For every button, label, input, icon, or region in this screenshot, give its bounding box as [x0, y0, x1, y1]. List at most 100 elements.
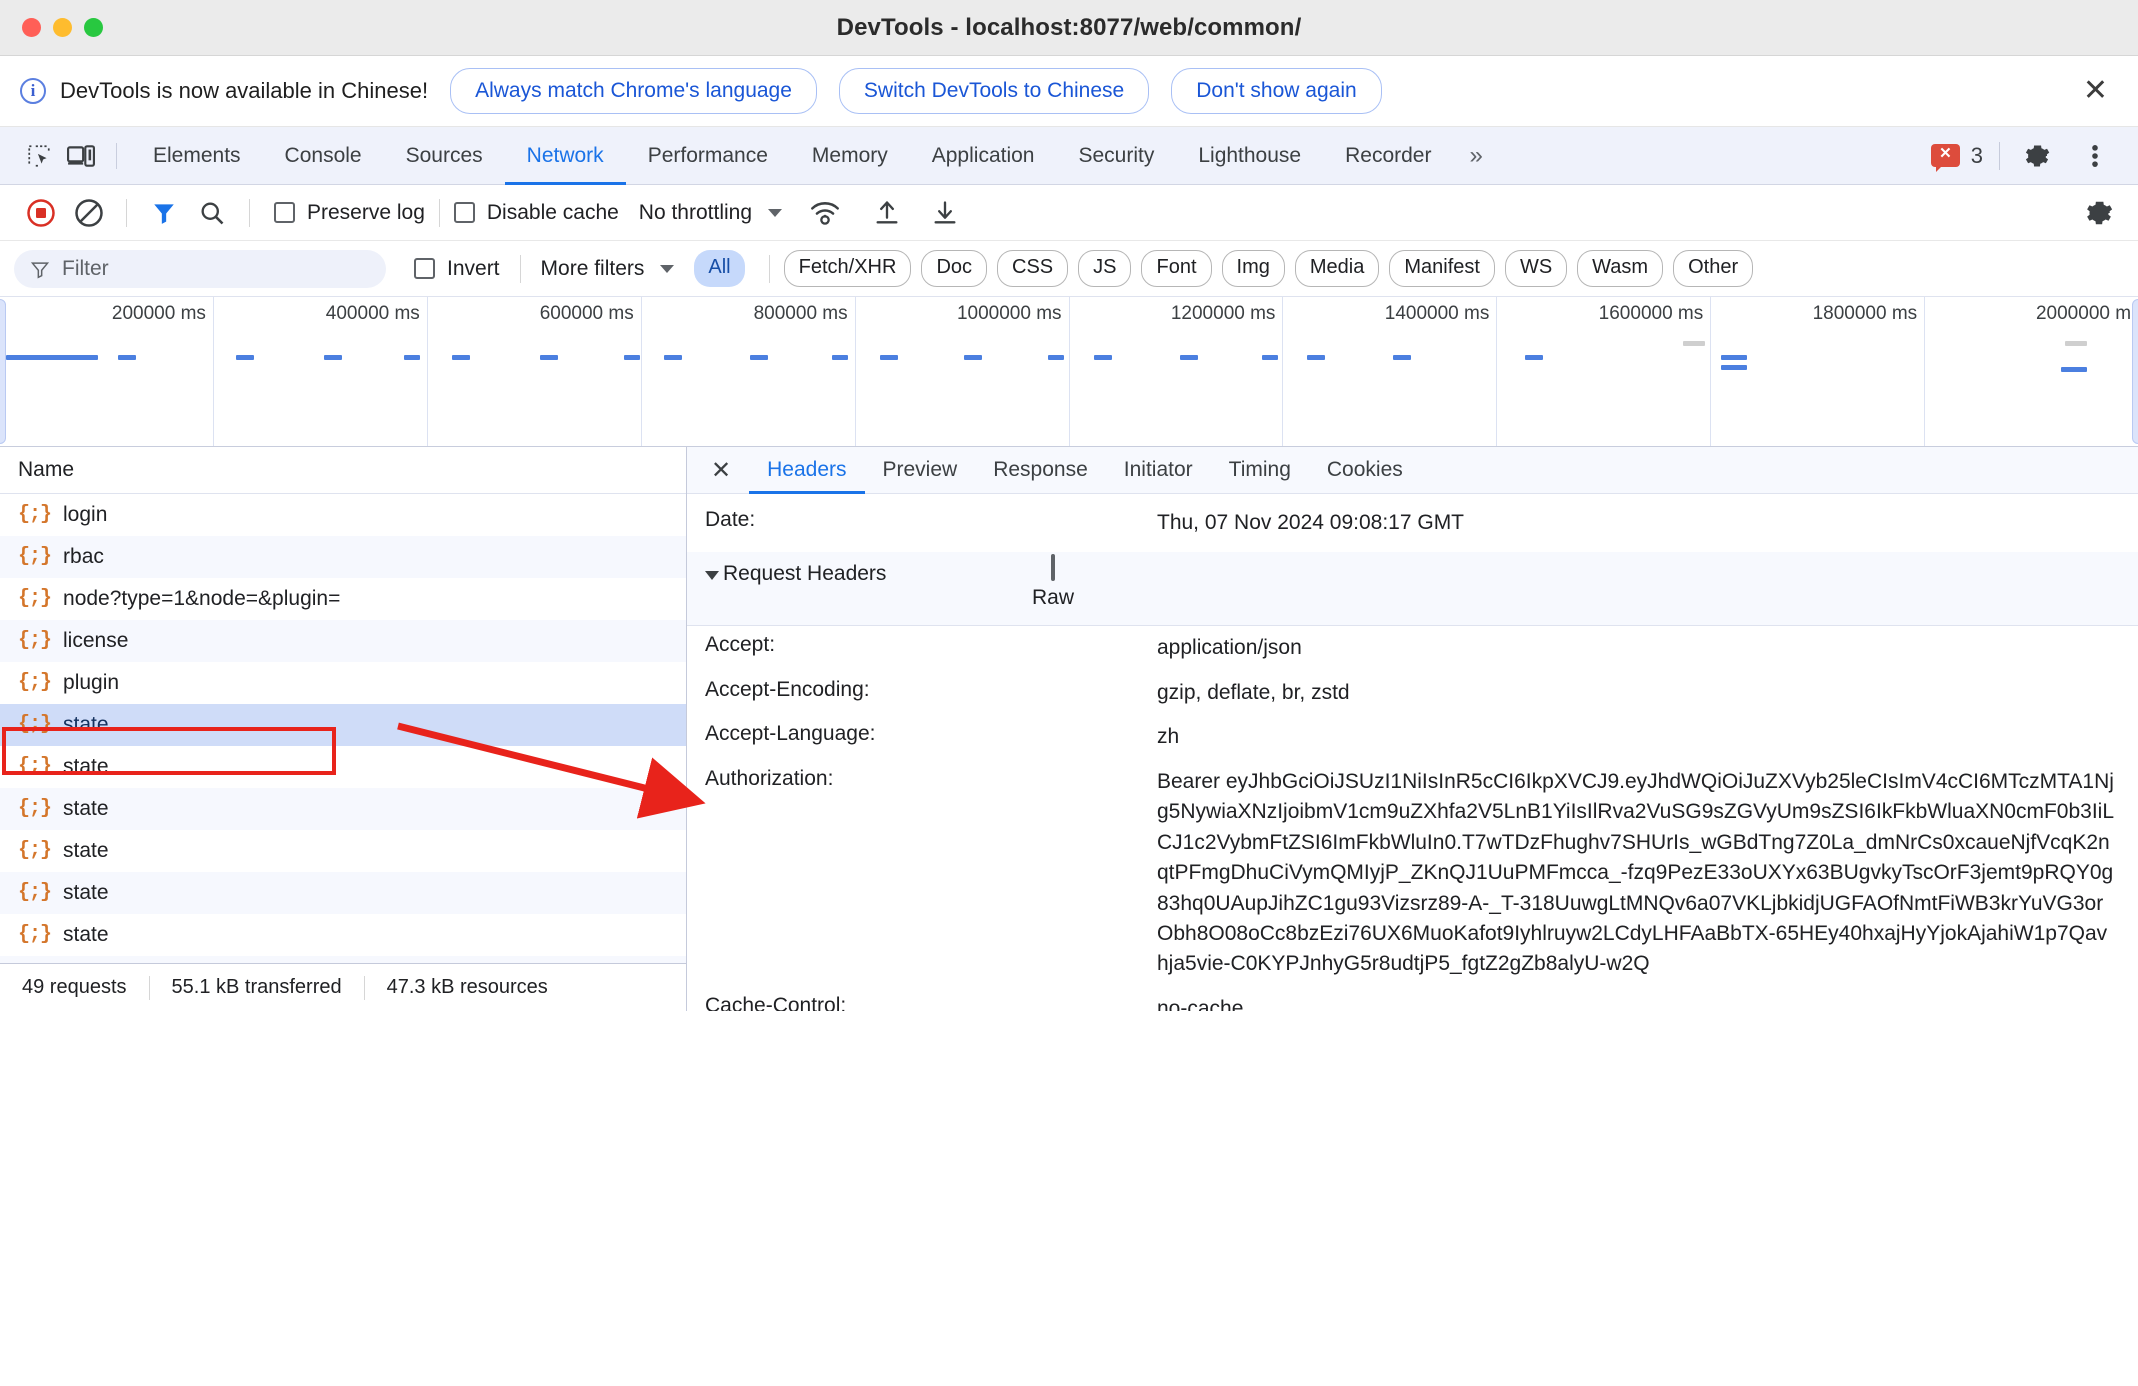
- language-notification-bar: i DevTools is now available in Chinese! …: [0, 56, 2138, 127]
- raw-checkbox[interactable]: [1051, 554, 1055, 581]
- type-filter-media[interactable]: Media: [1295, 250, 1379, 287]
- type-filter-all[interactable]: All: [694, 250, 744, 287]
- type-filter-doc[interactable]: Doc: [921, 250, 987, 287]
- type-filter-ws[interactable]: WS: [1505, 250, 1567, 287]
- device-toolbar-icon[interactable]: [60, 135, 102, 177]
- request-count-label: 49 requests: [0, 976, 149, 999]
- type-filter-img[interactable]: Img: [1222, 250, 1285, 287]
- request-row[interactable]: {;}state: [0, 830, 686, 872]
- dont-show-again-button[interactable]: Don't show again: [1171, 68, 1381, 114]
- request-row[interactable]: {;}node?type=1&node=&plugin=: [0, 578, 686, 620]
- filter-funnel-icon[interactable]: [141, 190, 187, 236]
- search-icon[interactable]: [189, 190, 235, 236]
- close-detail-icon[interactable]: ✕: [705, 456, 749, 485]
- request-name: state: [63, 755, 109, 779]
- import-har-icon[interactable]: [864, 190, 910, 236]
- tab-console[interactable]: Console: [263, 127, 384, 185]
- throttling-dropdown[interactable]: No throttling: [639, 201, 782, 225]
- filter-input[interactable]: Filter: [14, 250, 386, 288]
- request-row[interactable]: {;}state: [0, 788, 686, 830]
- overview-cell: 1800000 ms: [1711, 297, 1925, 446]
- request-row[interactable]: {;}state: [0, 914, 686, 956]
- detail-tab-response[interactable]: Response: [975, 447, 1106, 494]
- more-filters-dropdown[interactable]: More filters: [541, 257, 675, 281]
- type-filter-css[interactable]: CSS: [997, 250, 1068, 287]
- overview-bar: [1525, 355, 1543, 360]
- overview-bar: [1048, 355, 1064, 360]
- network-settings-gear-icon[interactable]: [2076, 190, 2122, 236]
- filterbar-divider-2: [769, 255, 770, 283]
- tab-recorder[interactable]: Recorder: [1323, 127, 1453, 185]
- raw-toggle-group[interactable]: Raw: [1032, 556, 1074, 610]
- preserve-log-checkbox[interactable]: Preserve log: [274, 201, 425, 225]
- type-filter-other[interactable]: Other: [1673, 250, 1753, 287]
- detail-tab-preview[interactable]: Preview: [865, 447, 976, 494]
- kebab-menu-icon[interactable]: [2074, 135, 2116, 177]
- tab-network[interactable]: Network: [505, 127, 626, 185]
- more-tabs-icon[interactable]: »: [1453, 142, 1495, 170]
- preserve-log-checkbox-box[interactable]: [274, 202, 295, 223]
- inspect-icon[interactable]: [18, 135, 60, 177]
- invert-checkbox[interactable]: Invert: [414, 257, 500, 281]
- type-filter-fetch-xhr[interactable]: Fetch/XHR: [784, 250, 912, 287]
- request-row[interactable]: {;}state: [0, 746, 686, 788]
- clear-icon[interactable]: [66, 190, 112, 236]
- request-row[interactable]: {;}login: [0, 494, 686, 536]
- tab-lighthouse[interactable]: Lighthouse: [1176, 127, 1323, 185]
- overview-cell: 200000 ms: [0, 297, 214, 446]
- request-name: state: [63, 923, 109, 947]
- overview-bar: [2061, 367, 2087, 372]
- request-headers-toggle[interactable]: Request Headers: [705, 562, 886, 586]
- error-count-badge[interactable]: ✕ 3: [1931, 143, 1983, 169]
- type-filter-font[interactable]: Font: [1141, 250, 1211, 287]
- tab-application[interactable]: Application: [910, 127, 1057, 185]
- request-row[interactable]: {;}license: [0, 620, 686, 662]
- detail-tab-initiator[interactable]: Initiator: [1106, 447, 1211, 494]
- detail-tab-cookies[interactable]: Cookies: [1309, 447, 1421, 494]
- gear-icon[interactable]: [2016, 135, 2058, 177]
- close-notification-icon[interactable]: ✕: [2079, 76, 2112, 106]
- overview-cell: 800000 ms: [642, 297, 856, 446]
- error-chip-icon: ✕: [1931, 144, 1960, 168]
- overview-cell: 1600000 ms: [1497, 297, 1711, 446]
- tab-elements[interactable]: Elements: [131, 127, 263, 185]
- switch-to-chinese-button[interactable]: Switch DevTools to Chinese: [839, 68, 1149, 114]
- type-filter-wasm[interactable]: Wasm: [1577, 250, 1663, 287]
- invert-checkbox-box[interactable]: [414, 258, 435, 279]
- overview-cell: 2000000 m: [1925, 297, 2138, 446]
- tab-performance[interactable]: Performance: [626, 127, 790, 185]
- tab-sources[interactable]: Sources: [384, 127, 505, 185]
- overview-bar: [832, 355, 848, 360]
- detail-tab-timing[interactable]: Timing: [1211, 447, 1309, 494]
- network-overview-timeline[interactable]: 200000 ms 400000 ms 600000 ms 800000 ms …: [0, 297, 2138, 447]
- request-name: state: [63, 839, 109, 863]
- disable-cache-checkbox[interactable]: Disable cache: [454, 201, 619, 225]
- export-har-icon[interactable]: [922, 190, 968, 236]
- overview-tick-label: 1000000 ms: [957, 303, 1062, 325]
- request-row[interactable]: {;}rbac: [0, 536, 686, 578]
- request-headers-section-header[interactable]: Request Headers Raw: [687, 552, 2138, 626]
- overview-cell: 400000 ms: [214, 297, 428, 446]
- overview-tick-label: 1400000 ms: [1385, 303, 1490, 325]
- record-stop-icon[interactable]: [18, 190, 64, 236]
- detail-tab-headers[interactable]: Headers: [749, 447, 864, 494]
- disable-cache-checkbox-box[interactable]: [454, 202, 475, 223]
- overview-cell: 600000 ms: [428, 297, 642, 446]
- json-icon: {;}: [18, 881, 51, 904]
- type-filter-manifest[interactable]: Manifest: [1389, 250, 1495, 287]
- request-list[interactable]: {;}login{;}rbac{;}node?type=1&node=&plug…: [0, 494, 686, 1011]
- request-row[interactable]: {;}plugin: [0, 662, 686, 704]
- overview-bar: [1307, 355, 1325, 360]
- json-icon: {;}: [18, 671, 51, 694]
- json-icon: {;}: [18, 545, 51, 568]
- request-row[interactable]: {;}state: [0, 704, 686, 746]
- always-match-language-button[interactable]: Always match Chrome's language: [450, 68, 817, 114]
- tabbar-divider: [116, 143, 117, 169]
- request-name-column-header[interactable]: Name: [0, 447, 686, 494]
- tab-security[interactable]: Security: [1056, 127, 1176, 185]
- tab-memory[interactable]: Memory: [790, 127, 910, 185]
- type-filter-js[interactable]: JS: [1078, 250, 1131, 287]
- header-row-date: Date: Thu, 07 Nov 2024 09:08:17 GMT: [687, 494, 2138, 552]
- request-row[interactable]: {;}state: [0, 872, 686, 914]
- network-conditions-icon[interactable]: [802, 190, 848, 236]
